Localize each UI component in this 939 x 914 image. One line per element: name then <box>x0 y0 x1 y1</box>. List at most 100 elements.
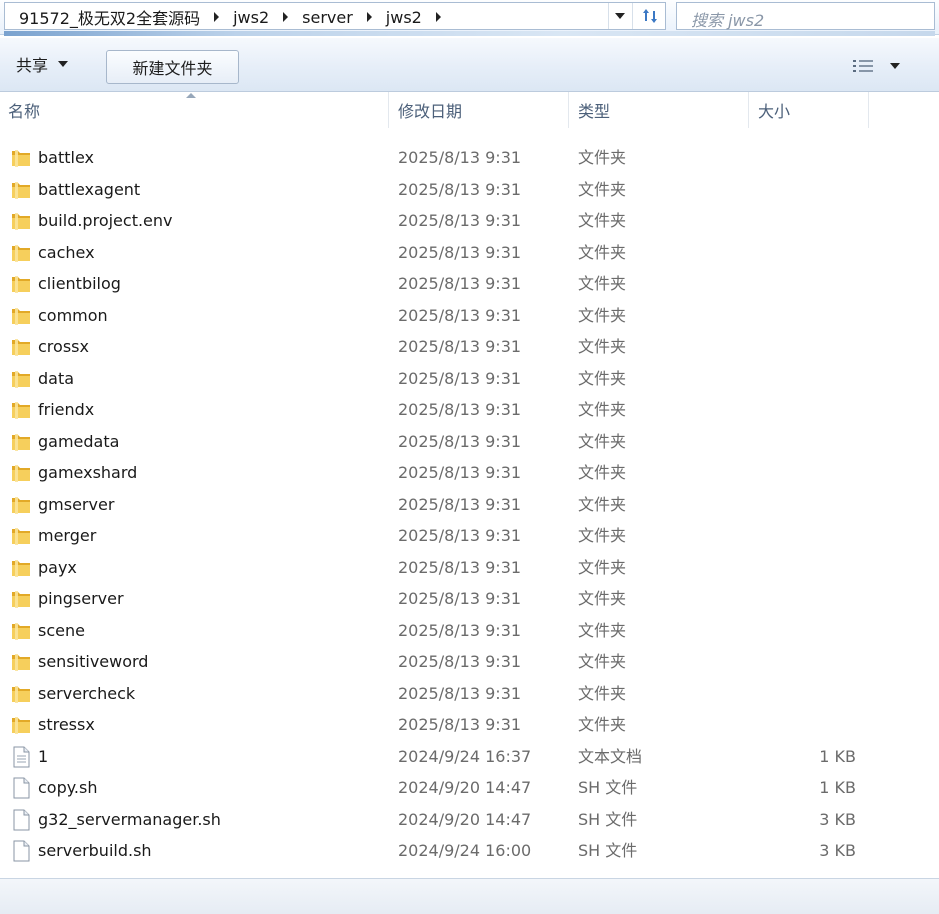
file-type: 文件夹 <box>578 431 627 451</box>
breadcrumb-item[interactable]: jws2 <box>233 8 269 27</box>
file-row[interactable]: payx 2025/8/13 9:31 文件夹 <box>0 552 939 583</box>
text-file-icon <box>10 746 32 768</box>
breadcrumb-separator-icon[interactable] <box>283 12 289 22</box>
column-header-type[interactable]: 类型 <box>569 92 749 128</box>
file-type: 文件夹 <box>578 589 627 608</box>
file-name: serverbuild.sh <box>38 841 152 860</box>
search-box[interactable]: 搜索 jws2 <box>676 2 935 30</box>
file-modified-date: 2025/8/13 9:31 <box>398 463 522 482</box>
file-name: gamedata <box>38 431 120 451</box>
address-toolbar: 91572_极无双2全套源码 jws2 server jws2 搜索 jws2 <box>0 0 939 36</box>
file-modified-date: 2024/9/20 14:47 <box>398 778 532 797</box>
column-header-label: 类型 <box>578 102 611 121</box>
file-modified-date: 2025/8/13 9:31 <box>398 557 522 577</box>
folder-icon <box>10 399 32 421</box>
column-header-size[interactable]: 大小 <box>749 92 869 128</box>
file-type: 文件夹 <box>578 494 627 514</box>
file-row[interactable]: gamexshard 2025/8/13 9:31 文件夹 <box>0 457 939 488</box>
file-name: payx <box>38 557 77 577</box>
new-folder-label: 新建文件夹 <box>132 59 213 78</box>
file-name: sensitiveword <box>38 652 149 671</box>
file-modified-date: 2025/8/13 9:31 <box>398 242 522 262</box>
file-type: 文件夹 <box>578 274 627 293</box>
refresh-button[interactable] <box>632 3 666 29</box>
address-history-dropdown[interactable] <box>608 3 631 29</box>
file-row[interactable]: battlex 2025/8/13 9:31 文件夹 <box>0 142 939 173</box>
folder-icon <box>10 651 32 673</box>
column-header-label: 修改日期 <box>398 102 463 121</box>
file-size <box>780 646 856 677</box>
file-modified-date: 2025/8/13 9:31 <box>398 589 522 608</box>
file-row[interactable]: copy.sh 2024/9/20 14:47 SH 文件 1 KB <box>0 772 939 803</box>
chevron-down-icon <box>58 61 69 67</box>
file-name: gamexshard <box>38 463 138 482</box>
file-type: 文件夹 <box>578 148 627 167</box>
file-modified-date: 2025/8/13 9:31 <box>398 148 522 167</box>
file-type: 文件夹 <box>578 683 627 703</box>
column-header-date[interactable]: 修改日期 <box>389 92 569 128</box>
file-type: 文件夹 <box>578 211 627 230</box>
breadcrumb-item[interactable]: 91572_极无双2全套源码 <box>19 5 200 29</box>
file-type: 文件夹 <box>578 463 627 482</box>
address-progress-strip <box>4 31 935 36</box>
refresh-icon <box>642 9 657 23</box>
file-list[interactable]: battlex 2025/8/13 9:31 文件夹 battlexagent 2025… <box>0 142 939 878</box>
breadcrumb-separator-icon[interactable] <box>366 12 372 22</box>
file-row[interactable]: gmserver 2025/8/13 9:31 文件夹 <box>0 489 939 520</box>
file-modified-date: 2024/9/24 16:37 <box>398 746 532 766</box>
file-row[interactable]: sensitiveword 2025/8/13 9:31 文件夹 <box>0 646 939 677</box>
file-row[interactable]: crossx 2025/8/13 9:31 文件夹 <box>0 331 939 362</box>
file-type: 文件夹 <box>578 337 627 356</box>
address-bar[interactable]: 91572_极无双2全套源码 jws2 server jws2 <box>4 2 666 30</box>
file-row[interactable]: friendx 2025/8/13 9:31 文件夹 <box>0 394 939 425</box>
file-row[interactable]: scene 2025/8/13 9:31 文件夹 <box>0 615 939 646</box>
folder-icon <box>10 462 32 484</box>
file-row[interactable]: gamedata 2025/8/13 9:31 文件夹 <box>0 426 939 457</box>
folder-icon <box>10 557 32 579</box>
file-row[interactable]: g32_servermanager.sh 2024/9/20 14:47 SH 文件… <box>0 804 939 835</box>
folder-icon <box>10 336 32 358</box>
file-size <box>780 457 856 488</box>
folder-icon <box>10 179 32 201</box>
share-button[interactable]: 共享 <box>16 48 96 80</box>
new-folder-button[interactable]: 新建文件夹 <box>106 50 239 84</box>
file-name: clientbilog <box>38 274 121 293</box>
file-name: common <box>38 305 108 325</box>
column-header-name[interactable]: 名称 <box>0 92 389 128</box>
file-size <box>780 331 856 362</box>
file-type: SH 文件 <box>578 841 638 860</box>
file-name: copy.sh <box>38 778 98 797</box>
search-input[interactable]: 搜索 jws2 <box>691 7 764 31</box>
file-row[interactable]: cachex 2025/8/13 9:31 文件夹 <box>0 237 939 268</box>
file-row[interactable]: 1 2024/9/24 16:37 文本文档 1 KB <box>0 741 939 772</box>
file-row[interactable]: clientbilog 2025/8/13 9:31 文件夹 <box>0 268 939 299</box>
file-modified-date: 2025/8/13 9:31 <box>398 179 522 199</box>
file-row[interactable]: servercheck 2025/8/13 9:31 文件夹 <box>0 678 939 709</box>
file-size <box>780 520 856 551</box>
file-name: stressx <box>38 715 95 734</box>
file-row[interactable]: build.project.env 2025/8/13 9:31 文件夹 <box>0 205 939 236</box>
file-size <box>780 268 856 299</box>
file-type: 文件夹 <box>578 652 627 671</box>
file-row[interactable]: pingserver 2025/8/13 9:31 文件夹 <box>0 583 939 614</box>
file-row[interactable]: data 2025/8/13 9:31 文件夹 <box>0 363 939 394</box>
file-icon <box>10 777 32 799</box>
folder-icon <box>10 431 32 453</box>
file-modified-date: 2024/9/24 16:00 <box>398 841 532 860</box>
breadcrumb-item[interactable]: server <box>302 8 353 27</box>
file-row[interactable]: merger 2025/8/13 9:31 文件夹 <box>0 520 939 551</box>
file-size <box>780 300 856 331</box>
file-type: 文件夹 <box>578 715 627 734</box>
file-size: 1 KB <box>819 778 856 797</box>
file-row[interactable]: battlexagent 2025/8/13 9:31 文件夹 <box>0 174 939 205</box>
file-name: gmserver <box>38 494 115 514</box>
breadcrumb-separator-icon[interactable] <box>435 12 441 22</box>
file-row[interactable]: stressx 2025/8/13 9:31 文件夹 <box>0 709 939 740</box>
file-row[interactable]: serverbuild.sh 2024/9/24 16:00 SH 文件 3 KB <box>0 835 939 866</box>
folder-icon <box>10 494 32 516</box>
file-row[interactable]: common 2025/8/13 9:31 文件夹 <box>0 300 939 331</box>
breadcrumb-separator-icon[interactable] <box>214 12 220 22</box>
breadcrumb-item[interactable]: jws2 <box>386 8 422 27</box>
view-options-button[interactable] <box>852 54 912 78</box>
folder-icon <box>10 588 32 610</box>
